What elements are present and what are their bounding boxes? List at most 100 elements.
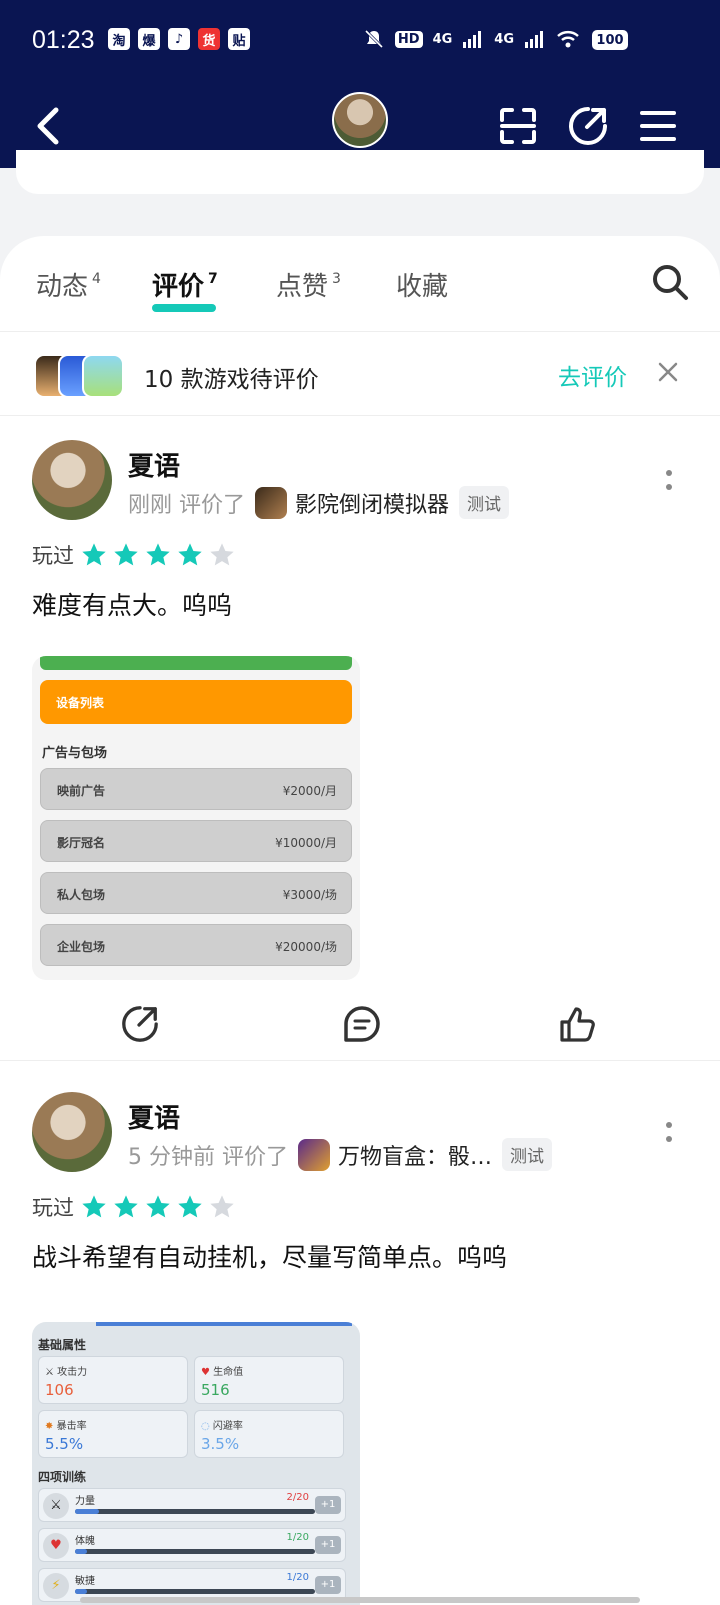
attribute-card: ⚔ 攻击力 106 xyxy=(38,1356,188,1404)
training-icon: ⚔ xyxy=(43,1493,69,1519)
review-screenshot[interactable]: 设备列表 广告与包场 映前广告 ¥2000/月 影厅冠名 ¥10000/月 私人包场… xyxy=(32,656,360,980)
post-verb: 评价了 xyxy=(179,492,246,518)
tab-favorites-label: 收藏 xyxy=(396,272,449,302)
attribute-icon: ⚔ xyxy=(45,1367,54,1378)
tab-reviews-label: 评价 xyxy=(152,272,205,302)
more-vertical-icon xyxy=(666,470,672,490)
attribute-value: 3.5% xyxy=(201,1435,240,1453)
tab-activity-count: 4 xyxy=(92,271,101,287)
attribute-label: 生命值 xyxy=(213,1367,244,1378)
row-price: ¥10000/月 xyxy=(275,836,337,850)
search-button[interactable] xyxy=(650,262,690,302)
wifi-icon xyxy=(557,31,579,48)
tab-reviews-count: 7 xyxy=(208,271,218,287)
game-icon xyxy=(298,1138,331,1171)
tab-likes[interactable]: 点赞 3 xyxy=(276,266,341,303)
star-rating xyxy=(80,541,236,569)
tab-favorites[interactable]: 收藏 xyxy=(396,266,448,303)
star-filled-icon xyxy=(146,1195,170,1218)
review-meta: 5 分钟前 评价了 万物盲盒：骰… 测试 xyxy=(128,1138,553,1171)
pending-game-icons xyxy=(34,354,126,398)
menu-button[interactable] xyxy=(630,98,686,154)
more-options-button[interactable] xyxy=(664,468,674,496)
go-rate-button[interactable]: 去评价 xyxy=(558,358,627,392)
chevron-left-icon xyxy=(37,107,59,145)
username[interactable]: 夏语 xyxy=(128,1098,180,1135)
post-time: 刚刚 xyxy=(128,492,173,518)
training-label: 敏捷 xyxy=(75,1576,95,1587)
username[interactable]: 夏语 xyxy=(128,446,180,483)
training-icon: ♥ xyxy=(43,1533,69,1559)
more-vertical-icon xyxy=(666,1122,672,1142)
star-filled-icon xyxy=(114,1195,138,1218)
pending-count-text: 10 款游戏待评价 xyxy=(144,367,319,393)
screenshot-row: 企业包场 ¥20000/场 xyxy=(40,924,352,966)
attribute-icon: ◌ xyxy=(201,1421,210,1432)
screenshot-row: 映前广告 ¥2000/月 xyxy=(40,768,352,810)
attribute-icon: ♥ xyxy=(201,1367,210,1378)
review-text: 难度有点大。呜呜 xyxy=(32,591,233,620)
network-label-2: 4G xyxy=(494,31,514,47)
back-button[interactable] xyxy=(20,98,76,154)
row-label: 私人包场 xyxy=(57,888,106,902)
attribute-value: 516 xyxy=(201,1381,230,1399)
share-post-button[interactable] xyxy=(120,1004,160,1044)
share-button[interactable] xyxy=(560,98,616,154)
comment-icon xyxy=(344,1006,380,1042)
share-icon xyxy=(569,107,607,145)
tab-likes-count: 3 xyxy=(332,271,341,287)
tab-reviews[interactable]: 评价 7 xyxy=(152,266,218,303)
star-filled-icon xyxy=(178,543,202,566)
star-filled-icon xyxy=(114,543,138,566)
home-indicator xyxy=(80,1597,640,1603)
thumbs-up-icon xyxy=(560,1007,595,1042)
post-verb: 评价了 xyxy=(222,1144,289,1170)
attribute-card: ♥ 生命值 516 xyxy=(194,1356,344,1404)
attribute-value: 106 xyxy=(45,1381,74,1399)
training-icon: ⚡ xyxy=(43,1573,69,1599)
attribute-label: 闪避率 xyxy=(212,1421,243,1432)
review-screenshot[interactable]: 基础属性 ⚔ 攻击力 106 ♥ 生命值 516 ✸ 暴击率 5.5% ◌ 闪避率 3.… xyxy=(32,1322,360,1605)
pending-review-banner[interactable]: 10 款游戏待评价 去评价 xyxy=(0,332,720,416)
content-panel: 动态 4 评价 7 点赞 3 收藏 10 款游戏待评价 去评价 夏语 刚刚 评价了 影… xyxy=(0,236,720,1605)
training-plus: +1 xyxy=(315,1576,341,1594)
attribute-card: ✸ 暴击率 5.5% xyxy=(38,1410,188,1458)
row-label: 映前广告 xyxy=(57,784,106,798)
status-time: 01:23 xyxy=(32,26,95,54)
attribute-card: ◌ 闪避率 3.5% xyxy=(194,1410,344,1458)
status-bar: 01:23 淘 爆 ♪ 货 贴 HD 4G 4G 100 xyxy=(0,0,720,84)
star-empty-icon xyxy=(210,543,234,566)
training-progress-fill xyxy=(75,1509,99,1514)
star-filled-icon xyxy=(82,1195,106,1218)
tab-likes-label: 点赞 xyxy=(276,272,329,302)
test-badge: 测试 xyxy=(459,486,510,519)
game-name-link[interactable]: 影院倒闭模拟器 xyxy=(295,487,449,519)
scan-button[interactable] xyxy=(490,98,546,154)
taobao-icon: 淘 xyxy=(108,28,130,50)
search-icon xyxy=(653,265,688,300)
hd-icon: HD xyxy=(394,30,423,48)
comment-button[interactable] xyxy=(342,1004,382,1044)
training-label: 力量 xyxy=(75,1496,95,1507)
header-avatar[interactable] xyxy=(332,92,388,148)
game-name-link[interactable]: 万物盲盒：骰… xyxy=(338,1139,492,1171)
like-button[interactable] xyxy=(558,1004,598,1044)
played-label: 玩过 xyxy=(32,1196,74,1220)
rating-row: 玩过 xyxy=(32,540,236,570)
tab-activity[interactable]: 动态 4 xyxy=(36,266,101,303)
game-thumb-icon xyxy=(82,354,124,398)
user-avatar[interactable] xyxy=(32,1092,112,1172)
rating-row: 玩过 xyxy=(32,1192,236,1222)
more-options-button[interactable] xyxy=(664,1120,674,1148)
post-icon: 贴 xyxy=(228,28,250,50)
star-rating xyxy=(80,1193,236,1221)
user-avatar[interactable] xyxy=(32,440,112,520)
close-banner-button[interactable] xyxy=(654,358,682,386)
training-plus: +1 xyxy=(315,1536,341,1554)
screenshot-section-heading: 四项训练 xyxy=(38,1470,87,1484)
post-actions xyxy=(0,994,720,1054)
star-filled-icon xyxy=(146,543,170,566)
training-plus: +1 xyxy=(315,1496,341,1514)
training-progress-fill xyxy=(75,1589,87,1594)
game-icon xyxy=(255,486,288,519)
